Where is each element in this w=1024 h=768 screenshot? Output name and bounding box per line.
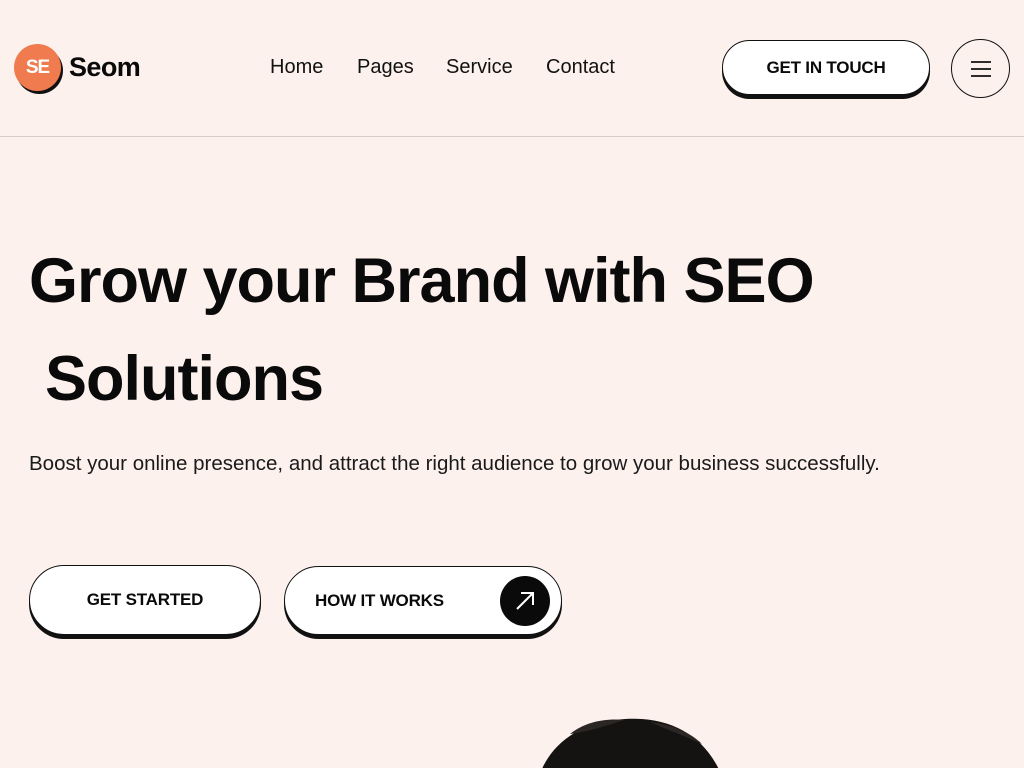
hero-person-image bbox=[542, 718, 719, 768]
hero-subtitle: Boost your online presence, and attract … bbox=[29, 452, 880, 475]
nav-link-service[interactable]: Service bbox=[446, 56, 513, 79]
nav-link-pages[interactable]: Pages bbox=[357, 56, 414, 79]
hero-title: Grow your Brand with SEO Solutions bbox=[29, 232, 989, 428]
get-started-button[interactable]: GET STARTED bbox=[29, 565, 261, 635]
site-header: SE Seom Home Pages Service Contact GET I… bbox=[0, 0, 1024, 137]
how-it-works-button[interactable]: HOW IT WORKS bbox=[284, 566, 562, 635]
hero-title-line-1: Grow your Brand with SEO bbox=[29, 246, 815, 316]
hamburger-icon bbox=[970, 60, 991, 77]
arrow-up-right-icon bbox=[500, 576, 550, 626]
how-it-works-label: HOW IT WORKS bbox=[315, 590, 444, 610]
get-in-touch-label: GET IN TOUCH bbox=[766, 57, 886, 77]
hero-title-line-2: Solutions bbox=[45, 344, 324, 414]
get-in-touch-button[interactable]: GET IN TOUCH bbox=[722, 40, 930, 95]
get-started-label: GET STARTED bbox=[86, 590, 204, 609]
nav-link-contact[interactable]: Contact bbox=[546, 56, 615, 79]
menu-button[interactable] bbox=[951, 39, 1010, 98]
nav-link-home[interactable]: Home bbox=[270, 56, 323, 79]
